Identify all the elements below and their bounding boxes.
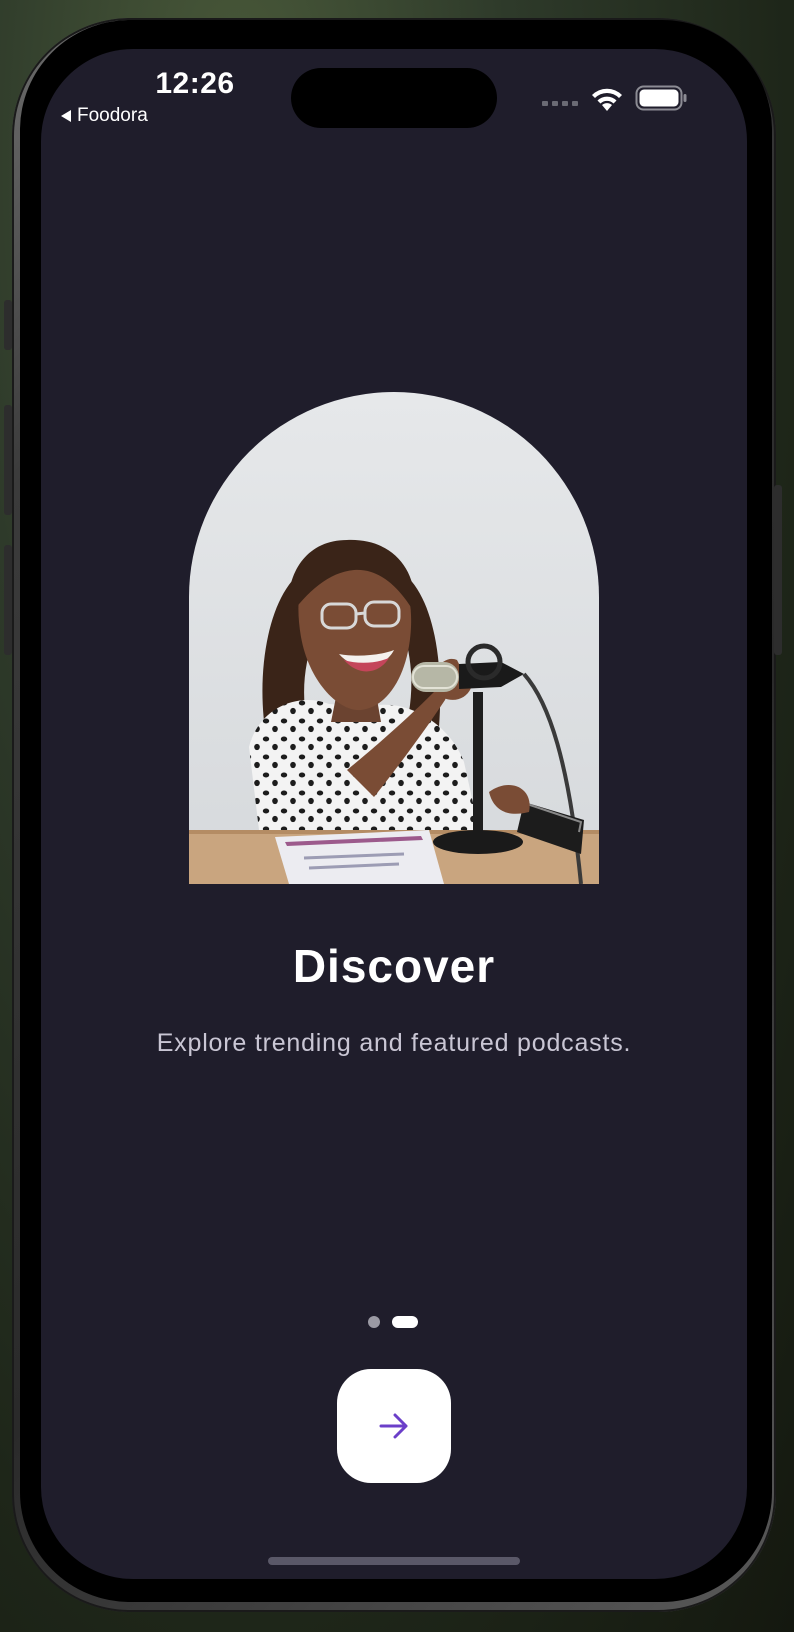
power-button — [774, 485, 782, 655]
page-dot-active[interactable] — [392, 1316, 418, 1328]
cellular-signal-icon — [542, 101, 578, 106]
home-indicator[interactable] — [268, 1557, 520, 1565]
back-to-app-link[interactable]: Foodora — [61, 105, 148, 127]
page-indicator[interactable] — [368, 1316, 418, 1328]
volume-down-button — [4, 545, 12, 655]
next-button[interactable] — [337, 1369, 451, 1483]
dynamic-island — [291, 68, 497, 128]
volume-up-button — [4, 405, 12, 515]
back-triangle-icon — [61, 110, 71, 122]
arrow-right-icon — [379, 1413, 408, 1439]
onboarding-title: Discover — [292, 940, 496, 992]
status-time: 12:26 — [155, 67, 235, 100]
wifi-icon — [592, 88, 622, 111]
podcast-host-image — [189, 392, 599, 884]
page-dot-inactive[interactable] — [368, 1316, 380, 1328]
app-screen: 12:26 Foodora Discover Explore trending … — [41, 49, 747, 1579]
back-app-label: Foodora — [77, 105, 148, 126]
action-button — [4, 300, 12, 350]
onboarding-subtitle: Explore trending and featured podcasts. — [156, 1029, 632, 1057]
battery-icon — [635, 85, 687, 111]
